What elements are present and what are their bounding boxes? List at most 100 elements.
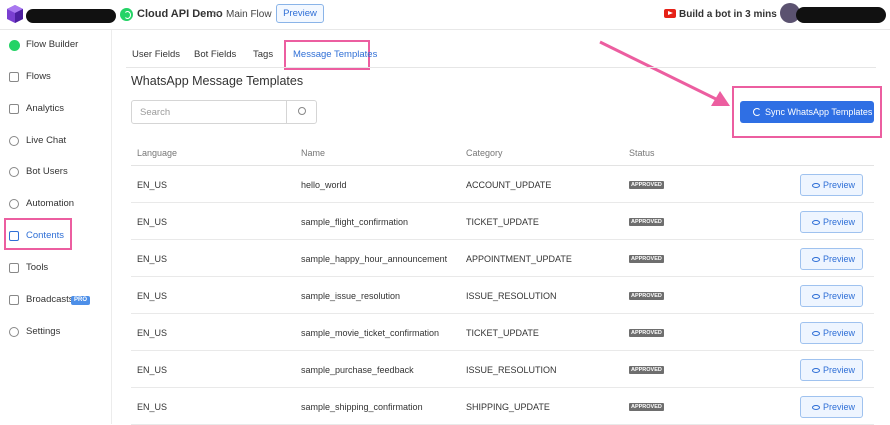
sidebar-item-label: Flows <box>26 71 51 82</box>
megaphone-icon <box>9 295 19 305</box>
breadcrumb-separator: > <box>212 8 219 20</box>
sidebar-item-bot-users[interactable]: Bot Users <box>0 161 112 185</box>
sidebar-item-label: Analytics <box>26 103 65 114</box>
page-title: WhatsApp Message Templates <box>131 74 304 88</box>
sidebar-item-label: Flow Builder <box>26 39 79 50</box>
sidebar-item-analytics[interactable]: Analytics <box>0 98 112 122</box>
redacted-account-name <box>26 9 116 23</box>
cell-name: sample_movie_ticket_confirmation <box>301 328 440 338</box>
search-button[interactable] <box>286 101 317 123</box>
sidebar-item-live-chat[interactable]: Live Chat <box>0 130 112 154</box>
preview-button[interactable]: Preview <box>800 396 863 418</box>
redacted-user-name <box>796 7 886 23</box>
status-badge: APPROVED <box>629 292 664 300</box>
eye-icon <box>812 368 820 373</box>
cell-category: TICKET_UPDATE <box>466 328 539 338</box>
preview-label: Preview <box>823 180 856 190</box>
eye-icon <box>812 257 820 262</box>
preview-button[interactable]: Preview <box>800 211 863 233</box>
sidebar-item-flows[interactable]: Flows <box>0 66 112 90</box>
preview-button[interactable]: Preview <box>800 359 863 381</box>
cell-language: EN_US <box>137 365 168 375</box>
tab-user-fields[interactable]: User Fields <box>132 49 180 60</box>
project-name[interactable]: Cloud API Demo <box>137 8 223 20</box>
cell-language: EN_US <box>137 254 168 264</box>
table-row: EN_US sample_issue_resolution ISSUE_RESO… <box>131 277 874 314</box>
preview-label: Preview <box>823 402 856 412</box>
tab-message-templates[interactable]: Message Templates <box>293 49 377 60</box>
table-row: EN_US hello_world ACCOUNT_UPDATE APPROVE… <box>131 166 874 203</box>
contents-highlight-box <box>4 218 72 250</box>
preview-button[interactable]: Preview <box>800 322 863 344</box>
preview-button[interactable]: Preview <box>800 174 863 196</box>
preview-button[interactable]: Preview <box>276 4 324 23</box>
table-row: EN_US sample_shipping_confirmation SHIPP… <box>131 388 874 425</box>
preview-label: Preview <box>823 217 856 227</box>
cell-category: APPOINTMENT_UPDATE <box>466 254 572 264</box>
tab-tags[interactable]: Tags <box>253 49 273 60</box>
preview-button[interactable]: Preview <box>800 285 863 307</box>
automation-icon <box>9 199 19 209</box>
cell-language: EN_US <box>137 180 168 190</box>
eye-icon <box>812 183 820 188</box>
sidebar-item-flow-builder[interactable]: Flow Builder <box>0 34 112 58</box>
status-badge: APPROVED <box>629 403 664 411</box>
sidebar-item-label: Live Chat <box>26 135 67 146</box>
sidebar-item-label: Tools <box>26 262 49 273</box>
search-box <box>131 100 317 124</box>
youtube-icon <box>664 9 676 18</box>
pro-badge: PRO <box>71 296 91 305</box>
sync-icon <box>753 108 761 116</box>
sidebar-item-tools[interactable]: Tools <box>0 257 112 281</box>
cell-category: ISSUE_RESOLUTION <box>466 365 557 375</box>
header-status: Status <box>629 148 655 158</box>
gear-icon <box>9 327 19 337</box>
content-tabs: User Fields Bot Fields Tags Message Temp… <box>126 38 876 68</box>
sidebar-item-automation[interactable]: Automation <box>0 193 112 217</box>
table-row: EN_US sample_movie_ticket_confirmation T… <box>131 314 874 351</box>
status-badge: APPROVED <box>629 366 664 374</box>
sidebar-item-label: Bot Users <box>26 166 68 177</box>
status-badge: APPROVED <box>629 255 664 263</box>
user-icon <box>9 167 19 177</box>
build-bot-link[interactable]: Build a bot in 3 mins <box>679 9 777 20</box>
headset-icon <box>9 136 19 146</box>
app-logo-icon[interactable] <box>6 4 24 24</box>
sidebar-item-label: Broadcasts <box>26 294 74 305</box>
tab-bot-fields[interactable]: Bot Fields <box>194 49 236 60</box>
analytics-icon <box>9 104 19 114</box>
table-row: EN_US sample_flight_confirmation TICKET_… <box>131 203 874 240</box>
header-category: Category <box>466 148 503 158</box>
table-row: EN_US sample_purchase_feedback ISSUE_RES… <box>131 351 874 388</box>
preview-label: Preview <box>823 254 856 264</box>
cell-name: sample_shipping_confirmation <box>301 402 423 412</box>
preview-button[interactable]: Preview <box>800 248 863 270</box>
eye-icon <box>812 220 820 225</box>
grid-icon <box>9 72 19 82</box>
sidebar-item-settings[interactable]: Settings <box>0 321 112 345</box>
eye-icon <box>812 294 820 299</box>
whatsapp-icon <box>120 8 133 21</box>
cell-name: sample_happy_hour_announcement <box>301 254 448 264</box>
sync-button-label: Sync WhatsApp Templates <box>765 107 873 117</box>
status-badge: APPROVED <box>629 329 664 337</box>
flow-name[interactable]: Main Flow <box>226 9 272 20</box>
sidebar-item-broadcasts[interactable]: Broadcasts PRO <box>0 289 112 313</box>
search-icon <box>298 107 306 115</box>
sync-whatsapp-templates-button[interactable]: Sync WhatsApp Templates <box>740 101 874 123</box>
cell-name: sample_purchase_feedback <box>301 365 414 375</box>
cell-category: SHIPPING_UPDATE <box>466 402 550 412</box>
status-badge: APPROVED <box>629 181 664 189</box>
cell-category: ISSUE_RESOLUTION <box>466 291 557 301</box>
cell-language: EN_US <box>137 402 168 412</box>
preview-label: Preview <box>823 291 856 301</box>
cell-name: sample_flight_confirmation <box>301 217 409 227</box>
preview-label: Preview <box>823 328 856 338</box>
cell-category: ACCOUNT_UPDATE <box>466 180 552 190</box>
search-input[interactable] <box>132 101 286 123</box>
sidebar-item-label: Settings <box>26 326 61 337</box>
cell-language: EN_US <box>137 291 168 301</box>
sidebar-item-label: Automation <box>26 198 75 209</box>
table-header: Language Name Category Status <box>131 138 874 166</box>
preview-label: Preview <box>823 365 856 375</box>
